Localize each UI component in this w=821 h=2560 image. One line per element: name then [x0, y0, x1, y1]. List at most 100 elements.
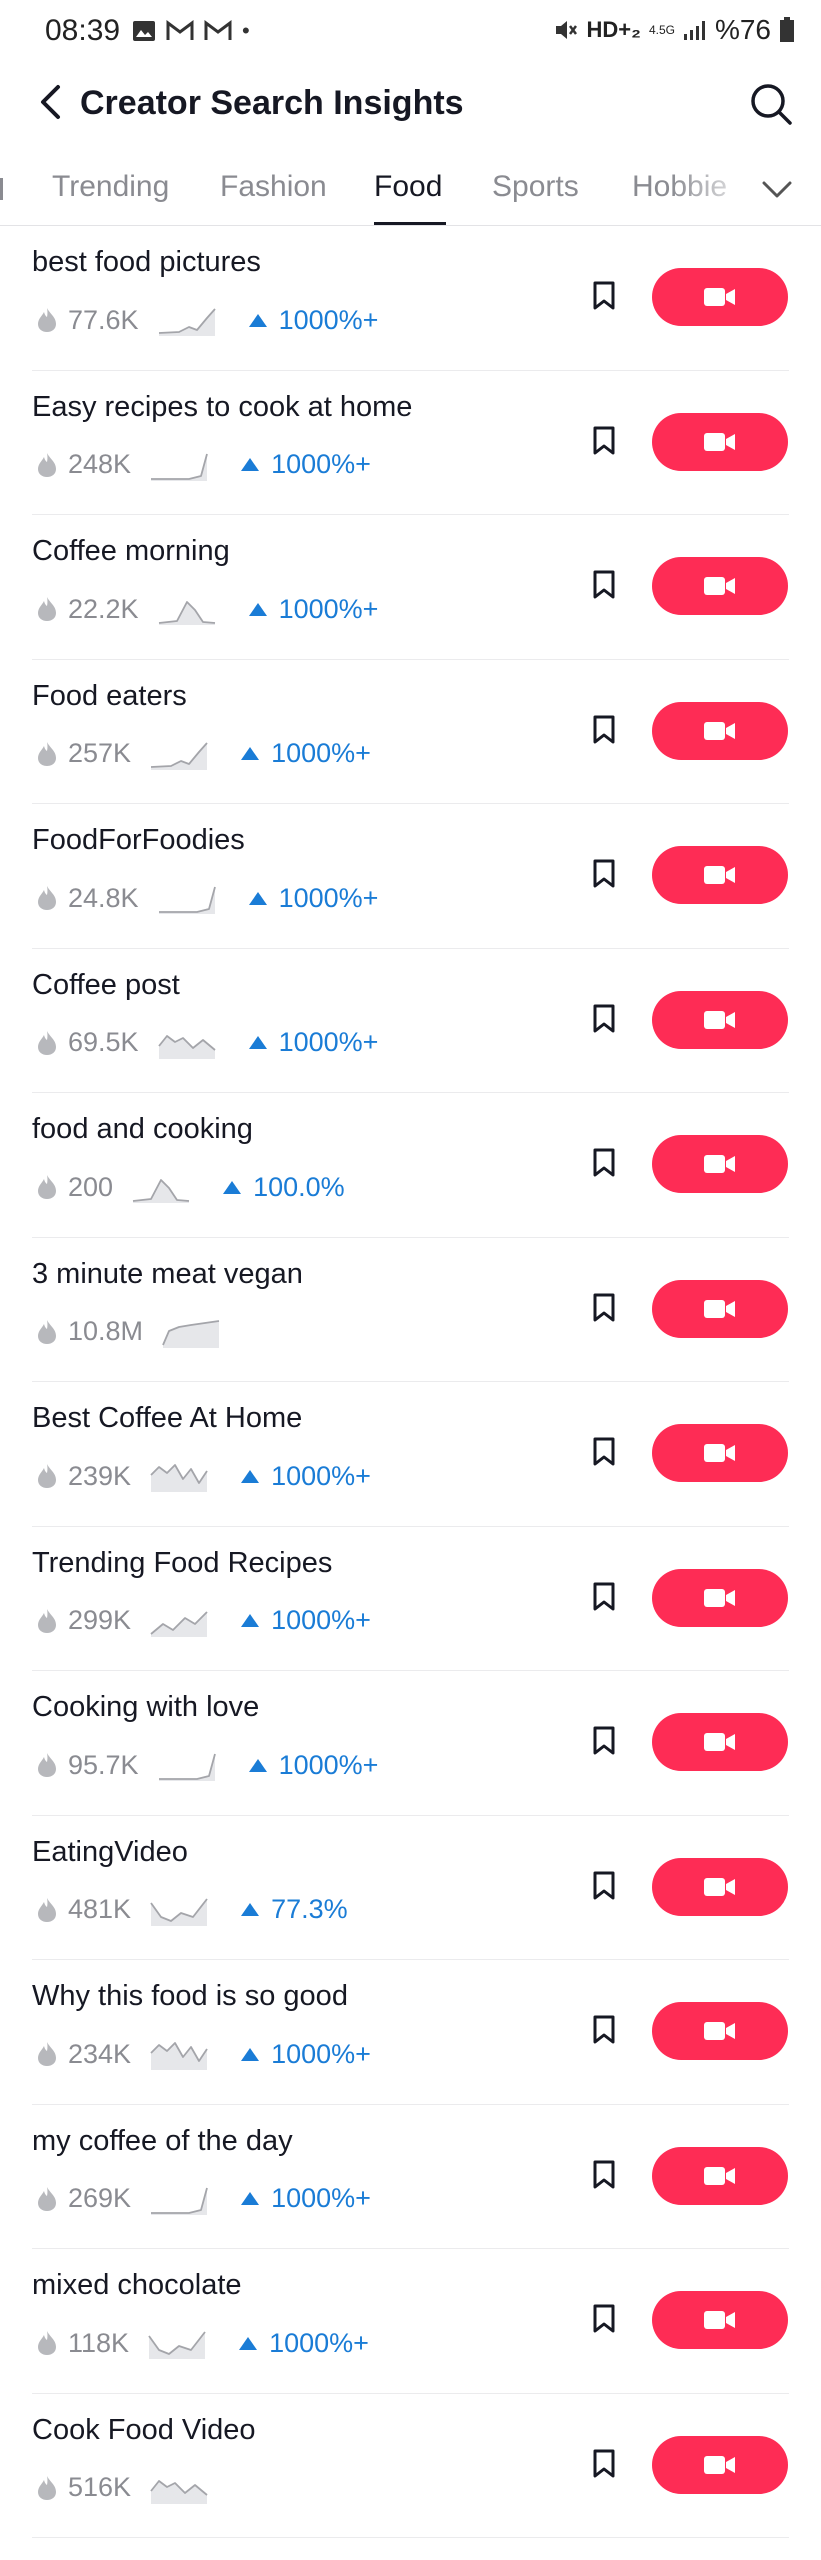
- trend-change: 1000%+: [241, 2039, 371, 2070]
- bookmark-button[interactable]: [586, 1721, 622, 1761]
- trend-change: 1000%+: [248, 305, 378, 336]
- network-type: 4.5G: [648, 23, 675, 37]
- item-stats: 516K: [32, 2470, 241, 2506]
- create-video-button[interactable]: [652, 2002, 788, 2060]
- trend-sparkline: [151, 453, 208, 481]
- bookmark-button[interactable]: [586, 1866, 622, 1906]
- list-item[interactable]: 3 minute meat vegan 10.8M: [32, 1238, 789, 1382]
- trend-value: 1000%+: [271, 2038, 371, 2069]
- item-stats: 299K 1000%+: [32, 1603, 371, 1639]
- bookmark-button[interactable]: [586, 1143, 622, 1183]
- create-video-button[interactable]: [652, 1857, 788, 1916]
- create-video-button[interactable]: [652, 268, 788, 326]
- list-item[interactable]: Best Coffee At Home 239K 1000%+: [32, 1382, 789, 1527]
- bookmark-button[interactable]: [586, 710, 622, 750]
- tab-food[interactable]: Food: [374, 170, 442, 204]
- item-stats: 200 100.0%: [32, 1169, 345, 1205]
- video-camera-icon: [704, 2166, 735, 2185]
- trend-up-arrow-icon: [241, 2192, 260, 2205]
- network-label: HD+₂: [586, 17, 641, 42]
- create-video-button[interactable]: [652, 1424, 788, 1482]
- create-video-button[interactable]: [652, 1135, 788, 1193]
- back-button[interactable]: [30, 80, 70, 124]
- tabs-expand-button[interactable]: [757, 172, 797, 208]
- tab-sports[interactable]: Sports: [492, 170, 579, 204]
- create-video-button[interactable]: [652, 412, 788, 471]
- bookmark-button[interactable]: [586, 565, 622, 605]
- create-video-button[interactable]: [652, 846, 788, 904]
- bookmark-button[interactable]: [586, 2010, 622, 2050]
- trend-sparkline: [132, 1179, 190, 1203]
- create-video-button[interactable]: [652, 1279, 788, 1338]
- item-stats: 118K 1000%+: [32, 2325, 369, 2361]
- status-bar: 08:39 • HD+₂ 4.5G %76: [0, 0, 821, 64]
- list-item[interactable]: Why this food is so good 234K 1000%+: [32, 1960, 789, 2105]
- signal-icon: [683, 21, 705, 40]
- bookmark-button[interactable]: [586, 2444, 622, 2484]
- gmail-icon: [166, 20, 194, 40]
- item-stats: 481K 77.3%: [32, 1892, 348, 1928]
- create-video-button[interactable]: [652, 2291, 788, 2349]
- flame-icon: [38, 1897, 56, 1922]
- bookmark-button[interactable]: [586, 1577, 622, 1617]
- trend-value: 100.0%: [253, 1171, 345, 1202]
- bookmark-button[interactable]: [586, 1432, 622, 1472]
- bookmark-icon: [593, 1437, 615, 1466]
- video-camera-icon: [704, 1010, 735, 1029]
- list-item[interactable]: Coffee post 69.5K 1000%+: [32, 949, 789, 1093]
- list-item[interactable]: best food pictures 77.6K 1000%+: [32, 226, 789, 371]
- list-item[interactable]: mixed chocolate 118K 1000%+: [32, 2249, 789, 2394]
- list-item[interactable]: FoodForFoodies 24.8K 1000%+: [32, 804, 789, 949]
- bookmark-button[interactable]: [586, 421, 622, 461]
- trend-value: 1000%+: [278, 882, 379, 913]
- list-item[interactable]: Coffee morning 22.2K 1000%+: [32, 515, 789, 660]
- create-video-button[interactable]: [652, 1568, 788, 1627]
- list-item[interactable]: Easy recipes to cook at home 248K 1000%+: [32, 371, 789, 515]
- view-count: 69.5K: [68, 1027, 139, 1057]
- trend-sparkline: [148, 2331, 206, 2359]
- list-item[interactable]: my coffee of the day 269K 1000%+: [32, 2105, 789, 2249]
- create-video-button[interactable]: [652, 557, 788, 615]
- trend-change: 1000%+: [241, 1605, 371, 1636]
- list-item[interactable]: EatingVideo 481K 77.3%: [32, 1816, 789, 1960]
- search-button[interactable]: [743, 76, 799, 132]
- video-camera-icon: [704, 432, 735, 451]
- notification-icons: •: [132, 18, 250, 44]
- list-item[interactable]: food and cooking 200 100.0%: [32, 1093, 789, 1238]
- list-item[interactable]: Cooking with love 95.7K 1000%+: [32, 1671, 789, 1816]
- tab-trending[interactable]: Trending: [52, 170, 169, 204]
- bookmark-icon: [593, 715, 615, 743]
- trend-change: 100.0%: [223, 1172, 345, 1203]
- create-video-button[interactable]: [652, 990, 788, 1049]
- trend-value: 77.3%: [271, 1894, 348, 1924]
- view-count: 77.6K: [68, 304, 139, 335]
- list-item[interactable]: Food eaters 257K 1000%+: [32, 660, 789, 804]
- tab-fashion[interactable]: Fashion: [220, 170, 327, 204]
- status-dot: •: [242, 18, 250, 43]
- view-count: 516K: [68, 2472, 132, 2502]
- trend-up-arrow-icon: [248, 313, 267, 327]
- item-title: mixed chocolate: [32, 2269, 242, 2301]
- trend-change: 1000%+: [241, 2183, 371, 2214]
- bookmark-button[interactable]: [586, 999, 622, 1039]
- bookmark-button[interactable]: [586, 2155, 622, 2195]
- trend-change: 1000%+: [239, 2328, 369, 2359]
- trend-value: 1000%+: [271, 1605, 371, 1635]
- item-stats: 269K 1000%+: [32, 2181, 371, 2217]
- list-item[interactable]: Cook Food Video 516K: [32, 2394, 789, 2538]
- list-item[interactable]: Trending Food Recipes 299K 1000%+: [32, 1527, 789, 1671]
- create-video-button[interactable]: [652, 701, 788, 760]
- bookmark-button[interactable]: [586, 276, 622, 316]
- video-camera-icon: [704, 1588, 735, 1607]
- bookmark-button[interactable]: [586, 2299, 622, 2339]
- bookmark-button[interactable]: [586, 1288, 622, 1328]
- create-video-button[interactable]: [652, 1713, 788, 1771]
- create-video-button[interactable]: [652, 2146, 788, 2205]
- item-title: Why this food is so good: [32, 1980, 348, 2012]
- create-video-button[interactable]: [652, 2435, 788, 2494]
- trend-up-arrow-icon: [239, 2336, 258, 2350]
- trend-change: 77.3%: [241, 1894, 348, 1925]
- video-camera-icon: [704, 1299, 735, 1318]
- gmail-icon: [204, 20, 232, 40]
- bookmark-button[interactable]: [586, 854, 622, 894]
